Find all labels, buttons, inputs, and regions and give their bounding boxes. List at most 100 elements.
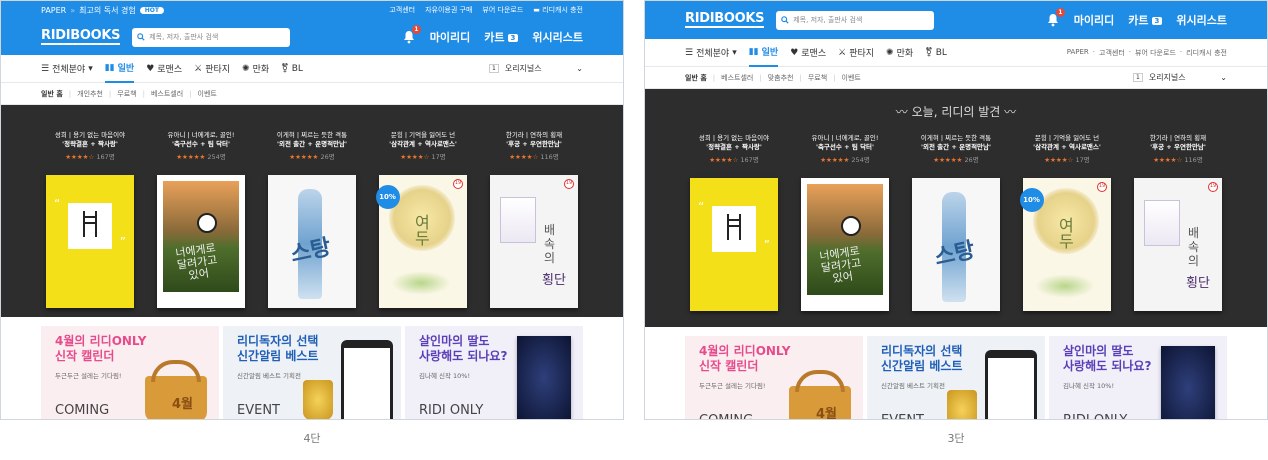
banner-row: 4월의 리디ONLY신작 캘린더두근두근 설레는 기다림! 4월 COMING 리디독… bbox=[1, 317, 623, 419]
sub-nav-recommend[interactable]: 개인추천 bbox=[77, 89, 103, 99]
list-icon: ☰ bbox=[41, 63, 50, 74]
book-rating: ★★★★★ 254명 bbox=[156, 151, 247, 161]
promo-banner[interactable]: 살인마의 딸도사랑해도 되나요? 김나혜 신작 10%! RIDI ONLY bbox=[405, 326, 583, 419]
notification-bell-icon[interactable]: 1 bbox=[402, 25, 421, 44]
util-link-cash[interactable]: ▬ 리디캐시 충전 bbox=[533, 5, 583, 15]
promo-banner[interactable]: 4월의 리디ONLY신작 캘린더두근두근 설레는 기다림! 4월 COMING bbox=[41, 326, 219, 419]
wishlist-link[interactable]: 위시리스트 bbox=[1176, 12, 1227, 28]
star-rating-icon: ★★★★☆ bbox=[509, 153, 539, 161]
discount-badge: 10% bbox=[1019, 188, 1044, 212]
tab-bl[interactable]: ⚧ BL bbox=[281, 55, 303, 83]
star-rating-icon: ★★★★★ bbox=[289, 153, 319, 161]
book-card[interactable]: 성희 | 용기 없는 마음이야 '정략결혼 + 짝사랑' ★★★★☆ 167명 “” bbox=[45, 131, 136, 308]
ridibooks-logo[interactable]: RIDIBOOKS bbox=[41, 29, 121, 45]
paper-link[interactable]: PAPER bbox=[41, 6, 66, 15]
book-carousel: 성희 | 용기 없는 마음이야 '정략결혼 + 짝사랑' ★★★★☆ 167명 “” 유… bbox=[1, 105, 623, 308]
book-keyword-line: 문힝 | 기억을 잃어도 넌 bbox=[390, 131, 456, 139]
tab-fantasy[interactable]: ⚔ 판타지 bbox=[194, 55, 230, 83]
tab-romance[interactable]: ♥ 로맨스 bbox=[790, 39, 826, 67]
my-ridi-link[interactable]: 마이리디 bbox=[430, 29, 470, 45]
support-link[interactable]: 고객센터 bbox=[1099, 48, 1125, 58]
promo-banner[interactable]: 리디독자의 선택신간알림 베스트신간알림 베스트 기획전 EVENT bbox=[223, 326, 401, 419]
sub-nav-free[interactable]: 무료책 bbox=[117, 89, 136, 99]
tab-general[interactable]: ▮▮ 일반 bbox=[748, 39, 779, 67]
book-keyword-line: 한기라 | 연하의 횡재 bbox=[1149, 134, 1207, 142]
sub-nav-best[interactable]: 베스트셀러 bbox=[721, 73, 753, 83]
promo-banner[interactable]: 살인마의 딸도사랑해도 되나요? 김나혜 신작 10%! RIDI ONLY bbox=[1049, 336, 1227, 419]
originals-select[interactable]: 1 오리지널스 ⌄ bbox=[1133, 72, 1227, 83]
gender-icon: ⚧ bbox=[925, 47, 933, 58]
my-ridi-link[interactable]: 마이리디 bbox=[1074, 12, 1114, 28]
paper-link[interactable]: PAPER bbox=[1067, 48, 1089, 58]
book-card[interactable]: 이게혀 | 찌르는 듯한 격통 '외전 출간 + 운명적만남' ★★★★★ 26명 스… bbox=[911, 134, 1002, 311]
sub-nav-recommend[interactable]: 맞춤추천 bbox=[768, 73, 794, 83]
book-cover[interactable]: 너에게로 달려가고 있어 bbox=[157, 175, 245, 308]
book-cover[interactable]: “” bbox=[46, 175, 134, 308]
promo-text[interactable]: 최고의 독서 경험 bbox=[79, 5, 136, 16]
sub-nav-home[interactable]: 일반 홈 bbox=[685, 73, 707, 83]
cash-link[interactable]: 리디캐시 충전 bbox=[1186, 48, 1227, 58]
sub-nav-best[interactable]: 베스트셀러 bbox=[151, 89, 183, 99]
book-tagline: '후궁 + 우연한만남' bbox=[506, 140, 562, 148]
originals-select[interactable]: 1 오리지널스 ⌄ bbox=[489, 63, 583, 74]
wishlist-link[interactable]: 위시리스트 bbox=[532, 29, 583, 45]
gender-icon: ⚧ bbox=[281, 63, 289, 74]
notification-bell-icon[interactable]: 1 bbox=[1046, 8, 1065, 27]
tab-bl[interactable]: ⚧ BL bbox=[925, 39, 947, 67]
book-card[interactable]: 문힝 | 기억을 잃어도 넌 '삼각관계 + 역사로맨스' ★★★★☆ 17명 여 두 1… bbox=[375, 131, 469, 308]
book-cover[interactable]: “” bbox=[690, 178, 778, 311]
rating-count: 116명 bbox=[1184, 156, 1203, 164]
tab-romance[interactable]: ♥ 로맨스 bbox=[146, 55, 182, 83]
book-tagline: '삼각관계 + 역사로맨스' bbox=[389, 140, 457, 148]
book-card[interactable]: 유아니 | 너에게로, 골인! '축구선수 + 팀 닥터' ★★★★★ 254명 너에… bbox=[800, 134, 891, 311]
tab-comic[interactable]: ✺ 만화 bbox=[886, 39, 913, 67]
book-card[interactable]: 문힝 | 기억을 잃어도 넌 '삼각관계 + 역사로맨스' ★★★★☆ 17명 여 두 1… bbox=[1019, 134, 1113, 311]
book-keyword-line: 문힝 | 기억을 잃어도 넌 bbox=[1034, 134, 1100, 142]
book-rating: ★★★★☆ 17명 bbox=[1022, 154, 1113, 164]
sub-nav-free[interactable]: 무료책 bbox=[808, 73, 827, 83]
all-categories-menu[interactable]: ☰ 전체분야 ▾ bbox=[41, 55, 93, 83]
book-cover[interactable]: 스탕 bbox=[912, 178, 1000, 311]
sword-icon: ⚔ bbox=[194, 63, 203, 74]
book-tagline: '축구선수 + 팀 닥터' bbox=[815, 143, 875, 151]
tab-comic[interactable]: ✺ 만화 bbox=[242, 55, 269, 83]
book-cover[interactable]: 배 속 의 횡단 19 bbox=[490, 175, 578, 308]
book-card[interactable]: 한기라 | 연하의 횡재 '후궁 + 우연한만남' ★★★★☆ 116명 배 속 의 횡단 1… bbox=[489, 131, 580, 308]
star-rating-icon: ★★★★☆ bbox=[1044, 156, 1074, 164]
util-link-support[interactable]: 고객센터 bbox=[389, 5, 415, 15]
tab-general[interactable]: ▮▮ 일반 bbox=[104, 55, 135, 83]
cart-link[interactable]: 카트 3 bbox=[1128, 12, 1163, 28]
cart-link[interactable]: 카트 3 bbox=[484, 29, 519, 45]
sub-nav-event[interactable]: 이벤트 bbox=[842, 73, 861, 83]
utility-bar: PAPER » 최고의 독서 경험 HOT 고객센터 자유이용권 구매 뷰어 다… bbox=[1, 1, 623, 19]
list-icon: ☰ bbox=[685, 47, 694, 58]
util-link-pass[interactable]: 자유이용권 구매 bbox=[425, 5, 472, 15]
tab-fantasy[interactable]: ⚔ 판타지 bbox=[838, 39, 874, 67]
book-rating: ★★★★★ 26명 bbox=[267, 151, 358, 161]
adult-badge: 19 bbox=[1208, 182, 1218, 192]
viewer-link[interactable]: 뷰어 다운로드 bbox=[1135, 48, 1176, 58]
search-input[interactable]: 제목, 저자, 출판사 검색 bbox=[776, 10, 935, 30]
ridibooks-logo[interactable]: RIDIBOOKS bbox=[685, 12, 765, 28]
sub-nav-home[interactable]: 일반 홈 bbox=[41, 89, 63, 99]
sub-nav: 일반 홈 | 베스트셀러 | 맞춤추천 | 무료책 | 이벤트 1 오리지널스 ⌄ bbox=[645, 67, 1267, 89]
book-cover[interactable]: 스탕 bbox=[268, 175, 356, 308]
book-cover[interactable]: 배 속 의 횡단 19 bbox=[1134, 178, 1222, 311]
banner-title: 리디독자의 선택 신간알림 베스트 bbox=[237, 334, 319, 363]
search-icon bbox=[781, 16, 789, 24]
sub-nav-event[interactable]: 이벤트 bbox=[198, 89, 217, 99]
notification-badge: 1 bbox=[1055, 8, 1065, 17]
book-card[interactable]: 이게혀 | 찌르는 듯한 격통 '외전 출간 + 운명적만남' ★★★★★ 26명 스… bbox=[267, 131, 358, 308]
rating-count: 26명 bbox=[964, 156, 979, 164]
promo-banner[interactable]: 4월의 리디ONLY신작 캘린더두근두근 설레는 기다림! 4월 COMING bbox=[685, 336, 863, 419]
promo-banner[interactable]: 리디독자의 선택신간알림 베스트신간알림 베스트 기획전 EVENT bbox=[867, 336, 1045, 419]
search-input[interactable]: 제목, 저자, 출판사 검색 bbox=[132, 27, 291, 47]
util-link-viewer[interactable]: 뷰어 다운로드 bbox=[482, 5, 523, 15]
book-card[interactable]: 성희 | 용기 없는 마음이야 '정략결혼 + 짝사랑' ★★★★☆ 167명 “” bbox=[689, 134, 780, 311]
banner-subtitle: 김나혜 신작 10%! bbox=[1063, 382, 1115, 390]
book-card[interactable]: 유아니 | 너에게로, 골인! '축구선수 + 팀 닥터' ★★★★★ 254명 너에… bbox=[156, 131, 247, 308]
book-cover[interactable]: 너에게로 달려가고 있어 bbox=[801, 178, 889, 311]
banner-footer-label: RIDI ONLY bbox=[419, 403, 484, 418]
all-categories-menu[interactable]: ☰ 전체분야 ▾ bbox=[685, 39, 737, 67]
book-card[interactable]: 한기라 | 연하의 횡재 '후궁 + 우연한만남' ★★★★☆ 116명 배 속 의 횡단 1… bbox=[1133, 134, 1224, 311]
